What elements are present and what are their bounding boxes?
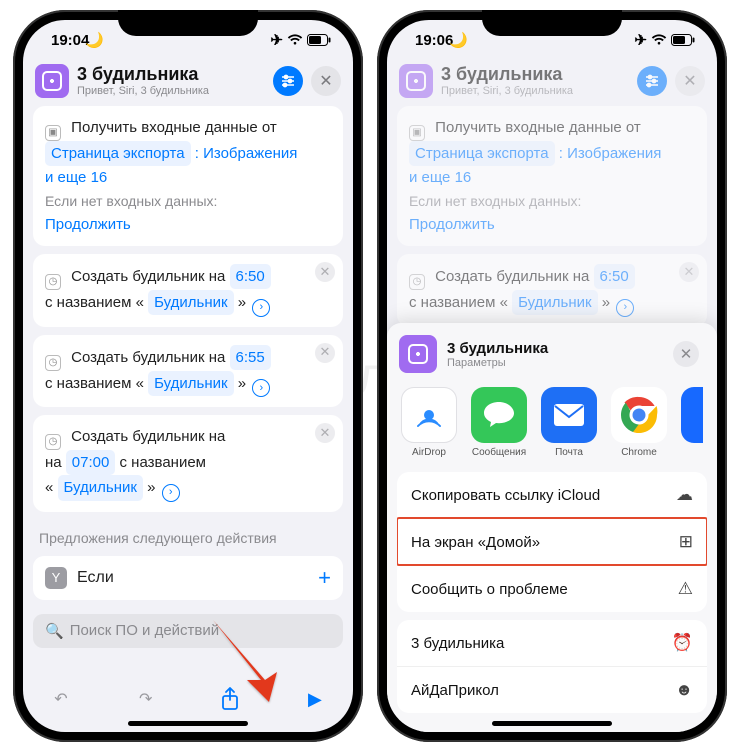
plus-square-icon: ⊞ <box>679 532 693 552</box>
chevron-right-icon[interactable]: › <box>252 299 270 317</box>
input-card[interactable]: ▣ Получить входные данные от Страница эк… <box>33 106 343 246</box>
branch-icon: Y <box>45 567 67 589</box>
share-messages[interactable]: Сообщения <box>471 387 527 458</box>
status-time: 19:04 <box>51 32 89 49</box>
input-card: ▣ Получить входные данные от Страница эк… <box>397 106 707 246</box>
battery-icon <box>307 34 331 46</box>
share-more[interactable] <box>681 387 703 458</box>
home-indicator[interactable] <box>492 721 612 726</box>
input-label: Получить входные данные от <box>71 119 277 136</box>
alarm-name[interactable]: Будильник <box>148 371 233 396</box>
airplane-icon: ✈︎ <box>634 31 647 49</box>
add-icon[interactable]: + <box>318 565 331 591</box>
sheet-title: 3 будильника <box>447 340 663 357</box>
alarm-card-1[interactable]: ✕ ◷ Создать будильник на 6:50 с название… <box>33 254 343 327</box>
phone-left: 19:04 🌙 ✈︎ 3 будильника Привет, Siri, 3 … <box>13 10 363 742</box>
battery-icon <box>671 34 695 46</box>
undo-button[interactable]: ↶ <box>47 685 75 713</box>
suggestion-if[interactable]: Y Если + <box>33 556 343 600</box>
page-subtitle: Привет, Siri, 3 будильника <box>77 85 265 97</box>
status-time: 19:06 <box>415 32 453 49</box>
search-icon: 🔍 <box>45 622 64 640</box>
remove-action-icon[interactable]: ✕ <box>315 423 335 443</box>
alarm-time[interactable]: 07:00 <box>66 450 116 475</box>
sheet-subtitle[interactable]: Параметры <box>447 357 663 369</box>
share-sheet: 3 будильника Параметры ✕ AirDrop Сообщен… <box>387 323 717 732</box>
sheet-close-icon[interactable]: ✕ <box>673 341 699 367</box>
clock-icon: ◷ <box>45 355 61 371</box>
smile-icon: ☻ <box>675 680 693 700</box>
phone-right: 19:06 🌙 ✈︎ 3 будильника Привет, Siri, 3 … <box>377 10 727 742</box>
clock-icon: ◷ <box>45 274 61 290</box>
settings-button[interactable] <box>637 66 667 96</box>
shortcut-header: 3 будильника Привет, Siri, 3 будильника … <box>387 60 717 106</box>
remove-action-icon[interactable]: ✕ <box>315 343 335 363</box>
share-mail[interactable]: Почта <box>541 387 597 458</box>
bottom-toolbar: ↶ ↷ ▶ <box>23 679 353 717</box>
noinput-label: Если нет входных данных: <box>45 193 217 209</box>
share-airdrop[interactable]: AirDrop <box>401 387 457 458</box>
page-title: 3 будильника <box>77 65 265 85</box>
page-subtitle: Привет, Siri, 3 будильника <box>441 85 629 97</box>
alarm-card-1: ✕ ◷ Создать будильник на 6:50 с название… <box>397 254 707 327</box>
home-indicator[interactable] <box>128 721 248 726</box>
settings-button[interactable] <box>273 66 303 96</box>
alarm-card-3[interactable]: ✕ ◷ Создать будильник на на 07:00 с назв… <box>33 415 343 512</box>
alarm-card-2[interactable]: ✕ ◷ Создать будильник на 6:55 с название… <box>33 335 343 408</box>
alarm-name[interactable]: Будильник <box>148 290 233 315</box>
airplane-icon: ✈︎ <box>270 31 283 49</box>
token-images[interactable]: Изображения <box>203 145 297 162</box>
row-report[interactable]: Сообщить о проблеме ⚠︎ <box>397 565 707 612</box>
row-copy-icloud[interactable]: Скопировать ссылку iCloud ☁︎ <box>397 472 707 518</box>
page-title: 3 будильника <box>441 65 629 85</box>
close-button[interactable]: ✕ <box>311 66 341 96</box>
alarm-icon: ⏰ <box>672 633 693 653</box>
notch <box>118 10 258 36</box>
alarm-time[interactable]: 6:55 <box>230 345 271 370</box>
token-export[interactable]: Страница экспорта <box>45 141 191 166</box>
shortcut-app-icon <box>35 64 69 98</box>
run-button[interactable]: ▶ <box>301 685 329 713</box>
chevron-right-icon[interactable]: › <box>252 379 270 397</box>
shortcut-app-icon <box>399 64 433 98</box>
sheet-app-icon <box>399 335 437 373</box>
notch <box>482 10 622 36</box>
continue-link[interactable]: Продолжить <box>45 216 131 233</box>
token-more[interactable]: и еще 16 <box>45 169 107 186</box>
share-button[interactable] <box>216 685 244 713</box>
chevron-right-icon[interactable]: › <box>162 484 180 502</box>
wifi-icon <box>651 34 667 46</box>
redo-button[interactable]: ↷ <box>132 685 160 713</box>
wifi-icon <box>287 34 303 46</box>
row-fun[interactable]: АйДаПрикол ☻ <box>397 666 707 713</box>
cloud-icon: ☁︎ <box>676 485 693 505</box>
share-actions-list: Скопировать ссылку iCloud ☁︎ На экран «Д… <box>397 472 707 612</box>
clock-icon: ◷ <box>45 434 61 450</box>
close-button[interactable]: ✕ <box>675 66 705 96</box>
suggestions-label: Предложения следующего действия <box>33 520 343 548</box>
alarm-time[interactable]: 6:50 <box>230 264 271 289</box>
share-chrome[interactable]: Chrome <box>611 387 667 458</box>
search-input[interactable]: 🔍 Поиск ПО и действий <box>33 614 343 648</box>
row-add-homescreen[interactable]: На экран «Домой» ⊞ <box>397 518 707 565</box>
warning-icon: ⚠︎ <box>678 579 693 599</box>
shortcut-header: 3 будильника Привет, Siri, 3 будильника … <box>23 60 353 106</box>
remove-action-icon[interactable]: ✕ <box>315 262 335 282</box>
input-icon: ▣ <box>45 125 61 141</box>
alarm-name[interactable]: Будильник <box>58 475 143 500</box>
row-3-alarms[interactable]: 3 будильника ⏰ <box>397 620 707 666</box>
